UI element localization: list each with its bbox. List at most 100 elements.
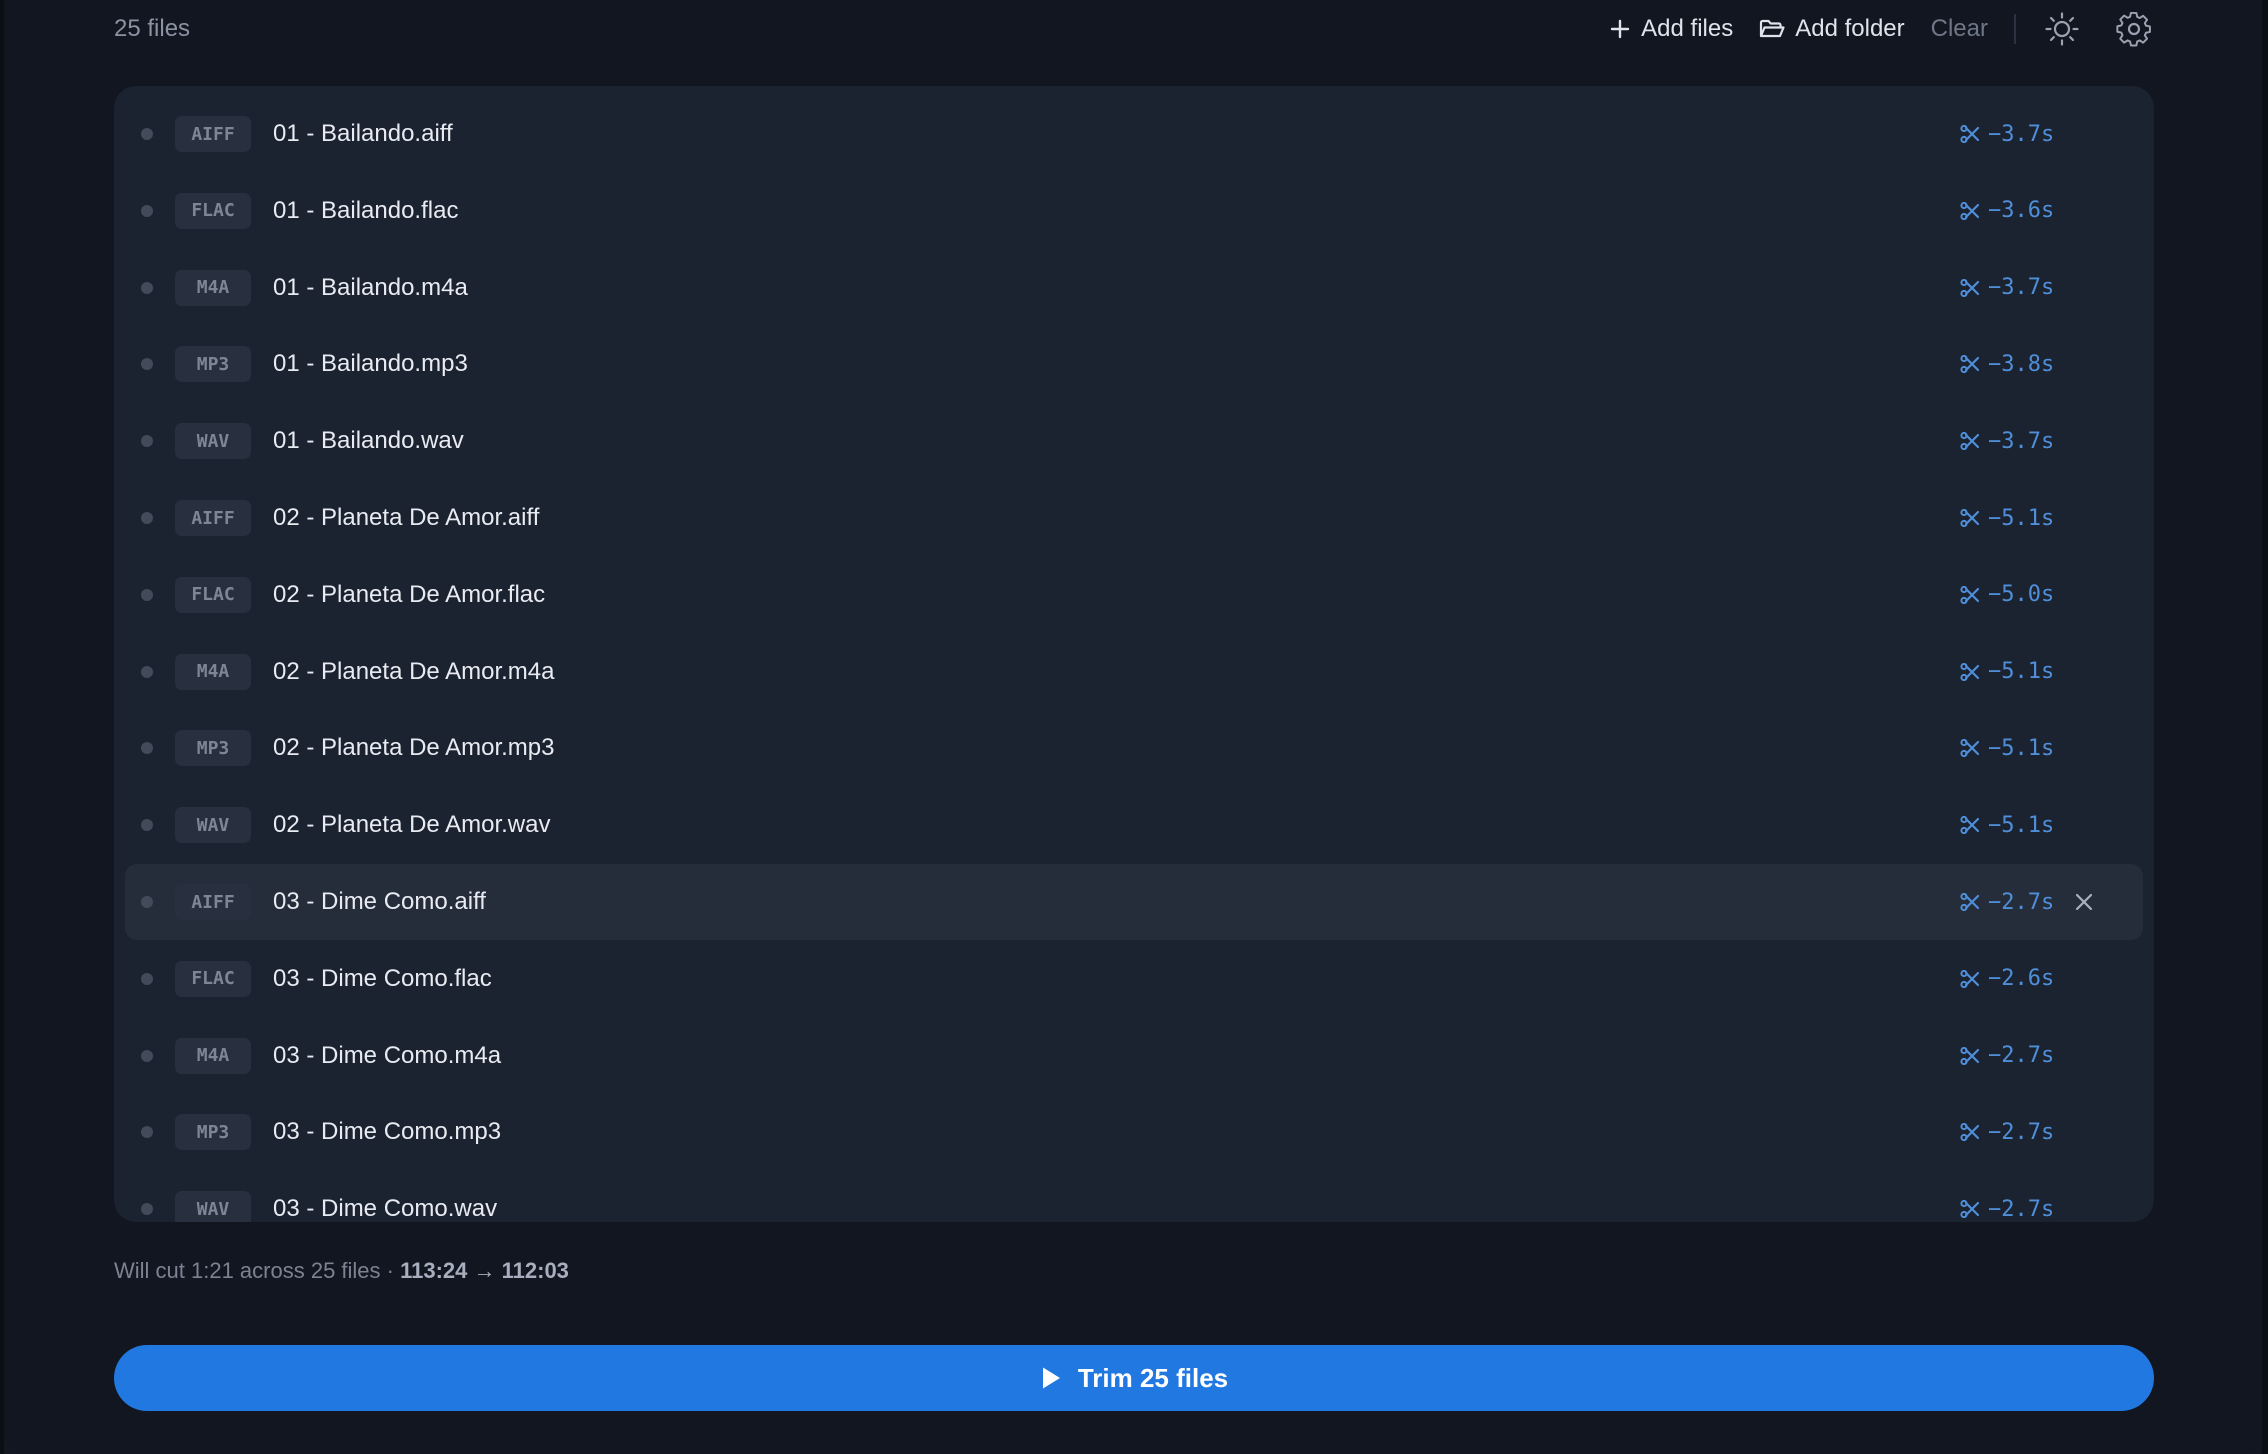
format-badge: WAV <box>175 807 251 844</box>
status-dot <box>141 1049 153 1062</box>
file-row[interactable]: FLAC 01 - Bailando.flac −3.6s <box>125 173 2143 249</box>
trim-value: −2.7s <box>1988 1043 2055 1069</box>
file-row[interactable]: WAV 02 - Planeta De Amor.wav −5.1s <box>125 787 2143 863</box>
trim-value: −3.7s <box>1988 428 2055 454</box>
file-row[interactable]: M4A 01 - Bailando.m4a −3.7s <box>125 250 2143 326</box>
file-name: 03 - Dime Como.m4a <box>273 1041 502 1069</box>
trim-amount: −5.1s <box>1960 787 2054 863</box>
toolbar: 25 files Add files Add folder Clear <box>114 0 2154 58</box>
trim-amount: −2.7s <box>1960 1094 2054 1170</box>
trim-value: −5.1s <box>1988 659 2055 685</box>
scissors-icon <box>1960 278 1980 297</box>
file-name: 02 - Planeta De Amor.m4a <box>273 657 555 685</box>
trim-value: −5.0s <box>1988 582 2055 608</box>
clear-button[interactable]: Clear <box>1931 15 1988 43</box>
file-name: 03 - Dime Como.aiff <box>273 888 486 915</box>
scissors-icon <box>1960 816 1980 835</box>
status-dot <box>141 742 153 755</box>
plus-icon <box>1610 19 1630 39</box>
status-dot <box>141 665 153 678</box>
trim-value: −3.7s <box>1988 275 2055 301</box>
trim-value: −5.1s <box>1988 735 2055 761</box>
close-icon <box>2075 893 2093 911</box>
scissors-icon <box>1960 739 1980 758</box>
format-badge: FLAC <box>175 960 251 997</box>
scissors-icon <box>1960 1046 1980 1065</box>
trim-button[interactable]: Trim 25 files <box>114 1345 2154 1411</box>
format-badge: AIFF <box>175 116 251 152</box>
file-row[interactable]: FLAC 03 - Dime Como.flac −2.6s <box>125 941 2143 1017</box>
file-name: 01 - Bailando.aiff <box>273 120 453 147</box>
trim-amount: −2.7s <box>1960 1171 2054 1222</box>
toolbar-divider <box>2014 14 2016 44</box>
trim-value: −2.7s <box>1988 1119 2055 1145</box>
trim-amount: −5.0s <box>1960 557 2054 633</box>
status-dot <box>141 435 153 448</box>
file-name: 01 - Bailando.m4a <box>273 273 468 301</box>
summary-text: Will cut 1:21 across 25 files · <box>114 1258 401 1283</box>
file-row[interactable]: M4A 03 - Dime Como.m4a −2.7s <box>125 1018 2143 1094</box>
file-row[interactable]: AIFF 02 - Planeta De Amor.aiff −5.1s <box>125 480 2143 556</box>
format-badge: WAV <box>175 1191 251 1222</box>
trim-value: −2.7s <box>1988 1196 2055 1222</box>
trim-amount: −3.7s <box>1960 250 2054 326</box>
summary-durations: 113:24 → 112:03 <box>400 1258 569 1283</box>
file-row[interactable]: AIFF 01 - Bailando.aiff −3.7s <box>125 96 2143 172</box>
format-badge: FLAC <box>175 192 251 229</box>
file-name: 03 - Dime Como.flac <box>273 964 492 992</box>
file-row[interactable]: MP3 01 - Bailando.mp3 −3.8s <box>125 326 2143 402</box>
trim-amount: −2.6s <box>1960 941 2054 1017</box>
trim-value: −2.7s <box>1988 889 2055 915</box>
trim-value: −3.7s <box>1988 121 2055 147</box>
add-folder-button[interactable]: Add folder <box>1759 15 1905 43</box>
format-badge: AIFF <box>175 500 251 536</box>
trim-amount: −3.7s <box>1960 403 2054 479</box>
status-dot <box>141 1203 153 1216</box>
theme-toggle-button[interactable] <box>2042 9 2082 49</box>
trim-amount: −5.1s <box>1960 480 2054 556</box>
file-row[interactable]: MP3 02 - Planeta De Amor.mp3 −5.1s <box>125 710 2143 786</box>
scissors-icon <box>1960 585 1980 604</box>
trim-value: −5.1s <box>1988 505 2055 531</box>
file-row[interactable]: WAV 03 - Dime Como.wav −2.7s <box>125 1171 2143 1222</box>
scissors-icon <box>1960 355 1980 374</box>
file-name: 03 - Dime Como.mp3 <box>273 1118 502 1146</box>
scissors-icon <box>1960 125 1980 143</box>
scissors-icon <box>1960 201 1980 220</box>
trim-value: −3.6s <box>1988 198 2055 224</box>
file-row[interactable]: FLAC 02 - Planeta De Amor.flac −5.0s <box>125 557 2143 633</box>
add-folder-label: Add folder <box>1795 15 1905 42</box>
remove-file-button[interactable] <box>2066 884 2102 920</box>
file-name: 01 - Bailando.wav <box>273 427 464 455</box>
trim-amount: −3.8s <box>1960 326 2054 402</box>
toolbar-actions: Add files Add folder Clear <box>1583 0 2154 58</box>
window-edge-right <box>2262 0 2268 1454</box>
format-badge: MP3 <box>175 730 251 767</box>
status-dot <box>141 128 153 140</box>
trim-summary: Will cut 1:21 across 25 files · 113:24 →… <box>114 1258 569 1284</box>
format-badge: MP3 <box>175 1114 251 1151</box>
format-badge: AIFF <box>175 884 251 920</box>
status-dot <box>141 896 153 908</box>
trim-amount: −5.1s <box>1960 710 2054 786</box>
file-row[interactable]: MP3 03 - Dime Como.mp3 −2.7s <box>125 1094 2143 1170</box>
file-row[interactable]: M4A 02 - Planeta De Amor.m4a −5.1s <box>125 634 2143 710</box>
format-badge: FLAC <box>175 576 251 613</box>
file-name: 02 - Planeta De Amor.mp3 <box>273 734 555 762</box>
file-row[interactable]: AIFF 03 - Dime Como.aiff −2.7s <box>125 864 2143 940</box>
trim-value: −3.8s <box>1988 351 2055 377</box>
format-badge: M4A <box>175 269 251 306</box>
file-name: 02 - Planeta De Amor.flac <box>273 580 546 608</box>
trim-amount: −2.7s <box>1960 1018 2054 1094</box>
file-row[interactable]: WAV 01 - Bailando.wav −3.7s <box>125 403 2143 479</box>
status-dot <box>141 819 153 832</box>
settings-button[interactable] <box>2114 9 2154 49</box>
status-dot <box>141 281 153 294</box>
scissors-icon <box>1960 509 1980 527</box>
add-files-button[interactable]: Add files <box>1609 15 1733 43</box>
trim-amount: −3.7s <box>1960 96 2054 172</box>
trim-value: −2.6s <box>1988 966 2055 992</box>
trim-amount: −2.7s <box>1960 864 2054 940</box>
format-badge: MP3 <box>175 346 251 383</box>
file-list: AIFF 01 - Bailando.aiff −3.7s FLAC 01 - Bail… <box>114 86 2154 1222</box>
